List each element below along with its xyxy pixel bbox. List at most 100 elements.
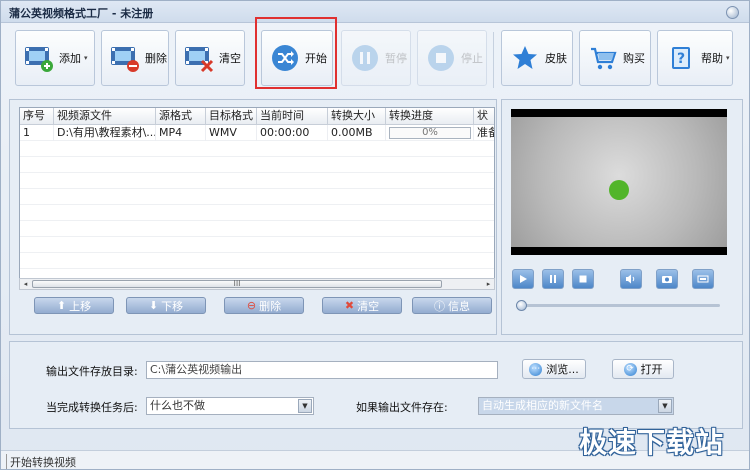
star-icon: [508, 41, 542, 75]
open-label: 打开: [640, 363, 663, 376]
skin-button[interactable]: 皮肤: [501, 30, 573, 86]
scroll-left-icon[interactable]: ◂: [20, 279, 31, 289]
window-menu-button[interactable]: [726, 6, 739, 19]
move-down-label: 下移: [161, 299, 184, 313]
player-panel: [501, 99, 743, 335]
table-row[interactable]: 1 D:\有用\教程素材\... MP4 WMV 00:00:00 0.00MB…: [20, 125, 494, 141]
browse-label: 浏览...: [546, 363, 579, 376]
column-header-status[interactable]: 状: [474, 108, 494, 125]
file-list-table[interactable]: 序号 视频源文件 源格式 目标格式 当前时间 转换大小 转换进度 状 1 D:\…: [19, 107, 495, 287]
speaker-icon: [626, 274, 635, 284]
list-delete-label: 删除: [259, 299, 282, 313]
film-delete-icon: [108, 41, 142, 75]
browse-button[interactable]: ⋯ 浏览...: [522, 359, 586, 379]
snapshot-button[interactable]: [656, 269, 678, 289]
open-folder-button[interactable]: ⟳ 打开: [612, 359, 674, 379]
toolbar: 添加 ▾ 删除 清空 开始 暂停 停止 皮肤 购买 ? 帮助 ▾: [1, 24, 749, 96]
add-dropdown-arrow[interactable]: ▾: [84, 54, 88, 62]
app-window: 蒲公英视频格式工厂 - 未注册 添加 ▾ 删除 清空 开始 暂停 停止 皮肤 购…: [0, 0, 750, 470]
video-frame: [511, 117, 727, 247]
list-clear-button[interactable]: ✖ 清空: [322, 297, 402, 314]
window-title: 蒲公英视频格式工厂 - 未注册: [9, 7, 154, 20]
chevron-down-icon[interactable]: ▼: [298, 399, 312, 413]
add-button[interactable]: 添加 ▾: [15, 30, 95, 86]
table-row: [20, 189, 494, 205]
move-up-label: 上移: [69, 299, 92, 313]
status-text: 开始转换视频: [6, 454, 76, 469]
clear-button[interactable]: 清空: [175, 30, 245, 86]
scrollbar-thumb[interactable]: III: [32, 280, 442, 288]
table-row: [20, 157, 494, 173]
cell-status: 准备: [474, 125, 494, 141]
column-header-size[interactable]: 转换大小: [328, 108, 386, 125]
help-dropdown-arrow[interactable]: ▾: [726, 54, 730, 62]
if-exists-label: 如果输出文件存在:: [356, 401, 448, 414]
minus-circle-icon: ⊖: [246, 299, 257, 312]
help-book-icon: ?: [664, 41, 698, 75]
help-label: 帮助: [701, 52, 723, 65]
help-button[interactable]: ? 帮助 ▾: [657, 30, 733, 86]
horizontal-scrollbar[interactable]: ◂ III ▸: [19, 278, 495, 290]
move-down-button[interactable]: ⬇ 下移: [126, 297, 206, 314]
watermark: 极速下载站: [579, 426, 725, 459]
info-button[interactable]: ⓘ 信息: [412, 297, 492, 314]
table-header: 序号 视频源文件 源格式 目标格式 当前时间 转换大小 转换进度 状: [20, 108, 494, 125]
x-mark-icon: ✖: [344, 299, 355, 312]
if-exists-select[interactable]: 自动生成相应的新文件名 ▼: [478, 397, 674, 415]
delete-button[interactable]: 删除: [101, 30, 169, 86]
player-pause-button[interactable]: [542, 269, 564, 289]
svg-text:?: ?: [677, 51, 685, 67]
skin-label: 皮肤: [545, 52, 567, 65]
buy-label: 购买: [623, 52, 645, 65]
table-row: [20, 141, 494, 157]
output-dir-input[interactable]: C:\蒲公英视频输出: [146, 361, 498, 379]
column-header-dst-format[interactable]: 目标格式: [206, 108, 257, 125]
seek-track[interactable]: [516, 304, 720, 307]
column-header-index[interactable]: 序号: [20, 108, 54, 125]
title-bar: 蒲公英视频格式工厂 - 未注册: [1, 1, 749, 23]
stop-button[interactable]: 停止: [417, 30, 487, 86]
stop-icon: [424, 41, 458, 75]
film-clear-icon: [182, 41, 216, 75]
seek-slider-handle[interactable]: [516, 300, 527, 311]
player-stop-button[interactable]: [572, 269, 594, 289]
column-header-src-format[interactable]: 源格式: [156, 108, 206, 125]
table-row: [20, 205, 494, 221]
file-list-panel: 序号 视频源文件 源格式 目标格式 当前时间 转换大小 转换进度 状 1 D:\…: [9, 99, 497, 335]
film-add-icon: [22, 41, 56, 75]
browse-icon: ⋯: [529, 362, 543, 376]
cell-time: 00:00:00: [257, 125, 328, 141]
camera-icon: [662, 276, 672, 283]
scroll-right-icon[interactable]: ▸: [483, 279, 494, 289]
play-button[interactable]: [512, 269, 534, 289]
toolbar-separator: [493, 32, 494, 88]
column-header-time[interactable]: 当前时间: [257, 108, 328, 125]
if-exists-value: 自动生成相应的新文件名: [482, 399, 603, 412]
list-clear-label: 清空: [357, 299, 380, 313]
chevron-down-icon[interactable]: ▼: [658, 399, 672, 413]
fullscreen-button[interactable]: [692, 269, 714, 289]
delete-label: 删除: [145, 52, 167, 65]
arrow-up-icon: ⬆: [56, 299, 67, 312]
pause-label: 暂停: [385, 52, 407, 65]
info-label: 信息: [448, 299, 470, 313]
table-row: [20, 237, 494, 253]
volume-button[interactable]: [620, 269, 642, 289]
column-header-source[interactable]: 视频源文件: [54, 108, 156, 125]
buy-button[interactable]: 购买: [579, 30, 651, 86]
stop-label: 停止: [461, 52, 483, 65]
move-up-button[interactable]: ⬆ 上移: [34, 297, 114, 314]
shopping-cart-icon: [586, 41, 620, 75]
play-icon: [520, 275, 527, 283]
fullscreen-icon: [697, 275, 709, 283]
output-dir-label: 输出文件存放目录:: [46, 365, 138, 378]
arrow-down-icon: ⬇: [148, 299, 159, 312]
video-preview: [511, 109, 727, 255]
after-done-select[interactable]: 什么也不做 ▼: [146, 397, 314, 415]
list-delete-button[interactable]: ⊖ 删除: [224, 297, 304, 314]
add-label: 添加: [59, 52, 81, 65]
progress-bar: 0%: [389, 127, 471, 139]
info-icon: ⓘ: [434, 299, 445, 313]
column-header-progress[interactable]: 转换进度: [386, 108, 474, 125]
pause-button[interactable]: 暂停: [341, 30, 411, 86]
